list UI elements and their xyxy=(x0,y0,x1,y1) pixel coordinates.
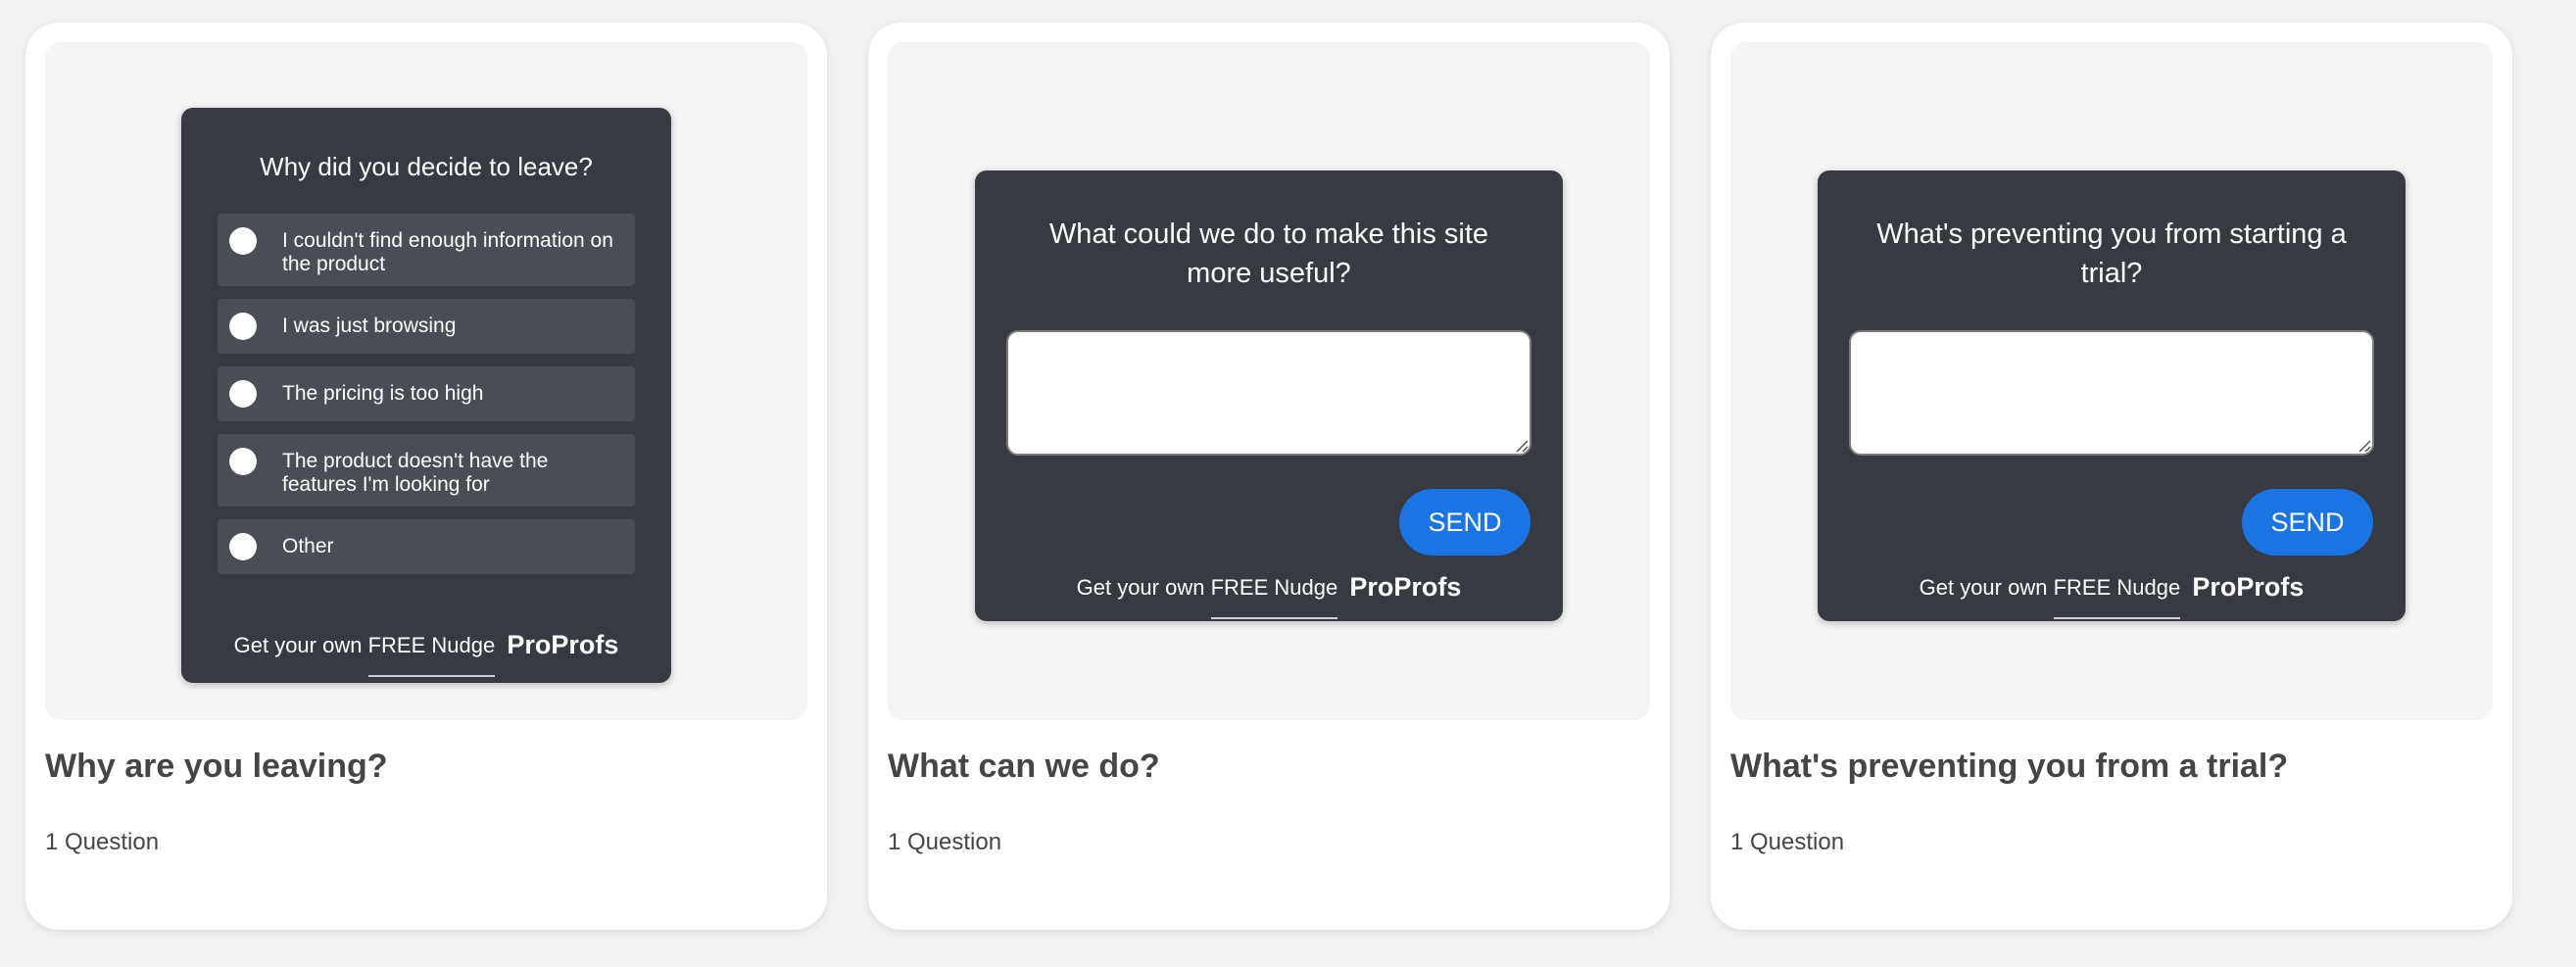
survey-question: What could we do to make this site more … xyxy=(1048,218,1489,289)
resize-grip-icon[interactable] xyxy=(1515,439,1529,453)
proprofs-logo[interactable]: ProProfs xyxy=(507,630,618,659)
option-item[interactable]: Other xyxy=(218,519,635,574)
nudge-survey-widget: Why did you decide to leave? I couldn't … xyxy=(181,108,671,683)
card-preview: What's preventing you from starting a tr… xyxy=(1730,42,2493,720)
send-button[interactable]: SEND xyxy=(2242,489,2373,556)
send-button[interactable]: SEND xyxy=(1399,489,1531,556)
card-title[interactable]: What's preventing you from a trial? xyxy=(1730,748,2288,786)
question-count: 1 Question xyxy=(888,829,1002,855)
radio-unchecked-icon[interactable] xyxy=(229,380,257,408)
radio-unchecked-icon[interactable] xyxy=(229,533,257,560)
nudge-feedback-widget: What's preventing you from starting a tr… xyxy=(1818,170,2406,621)
template-cards: Why did you decide to leave? I couldn't … xyxy=(0,0,2576,967)
survey-question: Why did you decide to leave? xyxy=(260,152,593,181)
feedback-textarea[interactable] xyxy=(1006,330,1531,456)
feedback-textarea[interactable] xyxy=(1849,330,2374,456)
radio-unchecked-icon[interactable] xyxy=(229,227,257,255)
option-label: The product doesn't have the features I'… xyxy=(282,450,549,496)
template-card-trial-blocker[interactable]: What's preventing you from starting a tr… xyxy=(1711,23,2512,930)
free-nudge-link[interactable]: FREE Nudge xyxy=(367,633,496,677)
proprofs-logo[interactable]: ProProfs xyxy=(2192,572,2304,602)
template-card-what-can-we-do[interactable]: What could we do to make this site more … xyxy=(868,23,1670,930)
survey-question: What's preventing you from starting a tr… xyxy=(1876,218,2347,289)
footer-text: Get your own xyxy=(1076,575,1205,600)
option-item[interactable]: I couldn't find enough information on th… xyxy=(218,214,635,286)
card-title[interactable]: Why are you leaving? xyxy=(45,748,388,786)
option-item[interactable]: The product doesn't have the features I'… xyxy=(218,434,635,507)
question-count: 1 Question xyxy=(45,829,160,855)
widget-footer: Get your own FREE Nudge ProProfs xyxy=(975,572,1563,619)
template-card-why-leaving[interactable]: Why did you decide to leave? I couldn't … xyxy=(25,23,827,930)
nudge-feedback-widget: What could we do to make this site more … xyxy=(975,170,1563,621)
radio-unchecked-icon[interactable] xyxy=(229,313,257,340)
widget-footer: Get your own FREE Nudge ProProfs xyxy=(1818,572,2406,619)
free-nudge-link[interactable]: FREE Nudge xyxy=(1210,575,1338,619)
widget-footer: Get your own FREE Nudge ProProfs xyxy=(181,630,671,677)
option-item[interactable]: I was just browsing xyxy=(218,299,635,354)
option-label: I was just browsing xyxy=(282,314,457,337)
card-preview: Why did you decide to leave? I couldn't … xyxy=(45,42,807,720)
option-label: Other xyxy=(282,535,334,557)
card-title[interactable]: What can we do? xyxy=(888,748,1160,786)
free-nudge-link[interactable]: FREE Nudge xyxy=(2053,575,2181,619)
question-count: 1 Question xyxy=(1730,829,1845,855)
card-preview: What could we do to make this site more … xyxy=(888,42,1650,720)
option-label: I couldn't find enough information on th… xyxy=(282,229,613,275)
footer-text: Get your own xyxy=(1919,575,2048,600)
option-label: The pricing is too high xyxy=(282,382,484,405)
resize-grip-icon[interactable] xyxy=(2357,439,2371,453)
option-item[interactable]: The pricing is too high xyxy=(218,366,635,421)
footer-text: Get your own xyxy=(233,633,363,657)
radio-unchecked-icon[interactable] xyxy=(229,448,257,475)
proprofs-logo[interactable]: ProProfs xyxy=(1349,572,1461,602)
